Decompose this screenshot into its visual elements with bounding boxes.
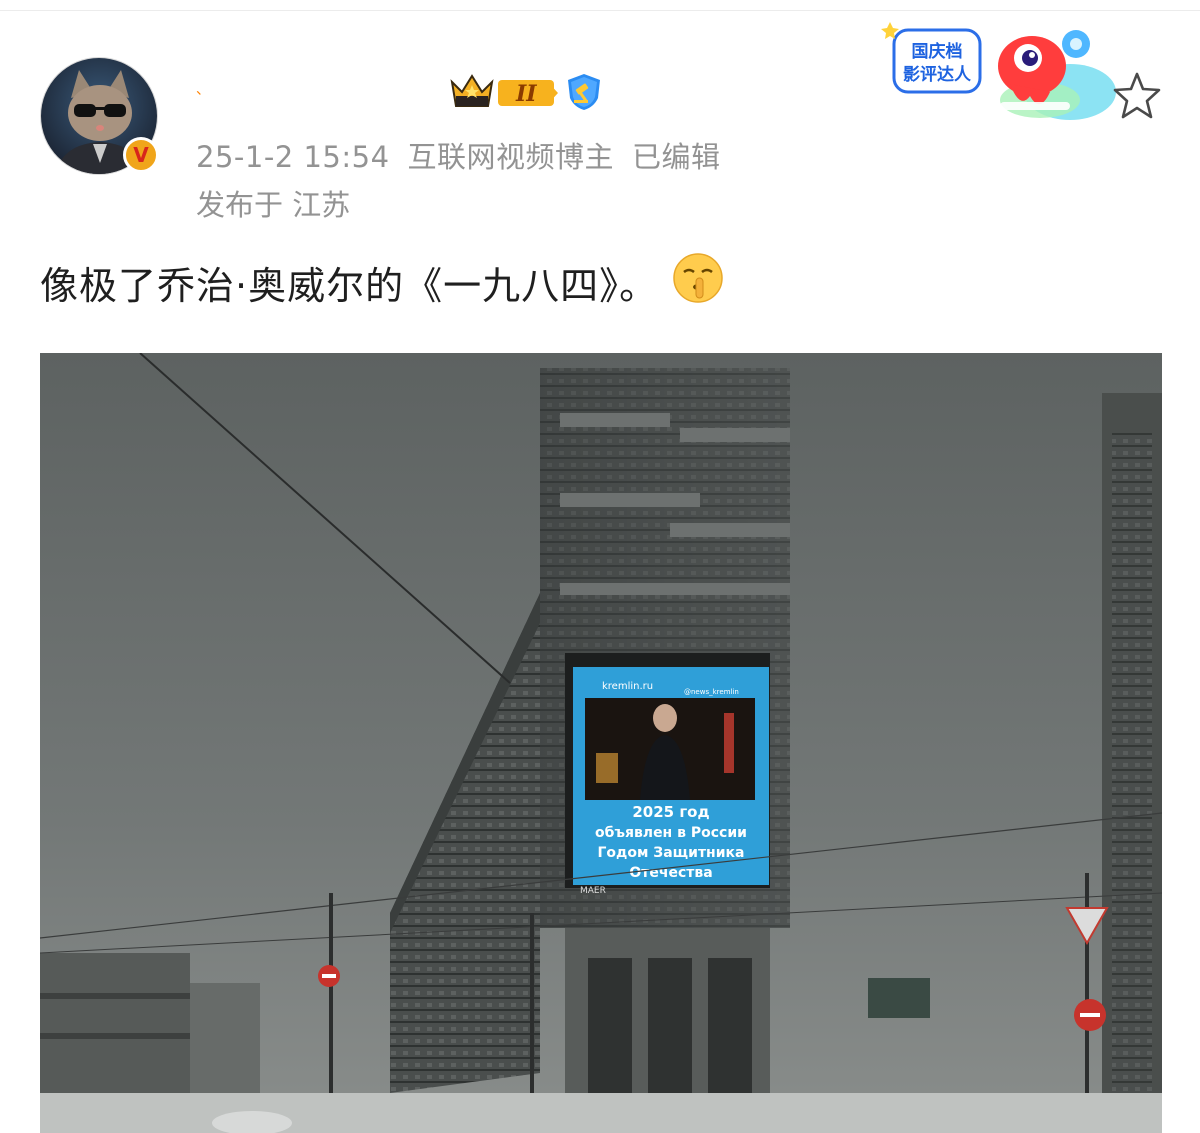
favorite-star-icon[interactable] <box>1112 70 1162 120</box>
top-divider <box>0 10 1200 11</box>
screen-line1: 2025 год <box>632 803 709 821</box>
verified-badge: V <box>123 137 159 173</box>
post-timestamp[interactable]: 25-1-2 15:54 <box>196 140 390 174</box>
sticker-line1: 国庆档 <box>912 41 963 62</box>
author-name-row: 、 II <box>196 74 604 114</box>
sticker-line2: 影评达人 <box>903 64 972 85</box>
username[interactable]: 、 <box>196 79 446 109</box>
level-badge-text: II <box>515 81 537 107</box>
post-meta: 25-1-2 15:54 互联网视频博主 已编辑 <box>196 134 739 176</box>
post-content: 像极了乔治·奥威尔的《一九八四》。 <box>40 252 724 313</box>
screen-line3: Годом Защитника <box>597 845 744 861</box>
screen-handle-text: @news_kremlin <box>684 688 739 696</box>
screen-line2: объявлен в России <box>595 825 747 841</box>
screen-brand-text: MAER <box>580 886 606 896</box>
author-label: 互联网视频博主 <box>407 140 615 174</box>
crown-level-icon[interactable]: II <box>450 72 558 116</box>
screen-site-text: kremlin.ru <box>602 681 653 692</box>
gavel-shield-icon[interactable] <box>564 72 604 116</box>
post-location: 发布于 江苏 <box>196 188 351 222</box>
post-content-text: 像极了乔治·奥威尔的《一九八四》。 <box>40 264 659 308</box>
avatar-container[interactable]: V <box>40 57 159 175</box>
shush-emoji-icon <box>672 252 724 313</box>
edited-label[interactable]: 已编辑 <box>632 140 721 174</box>
event-sticker[interactable]: 国庆档 影评达人 <box>880 14 1118 126</box>
post-image[interactable]: kremlin.ru @news_kremlin 2025 год объявл… <box>40 353 1162 1133</box>
